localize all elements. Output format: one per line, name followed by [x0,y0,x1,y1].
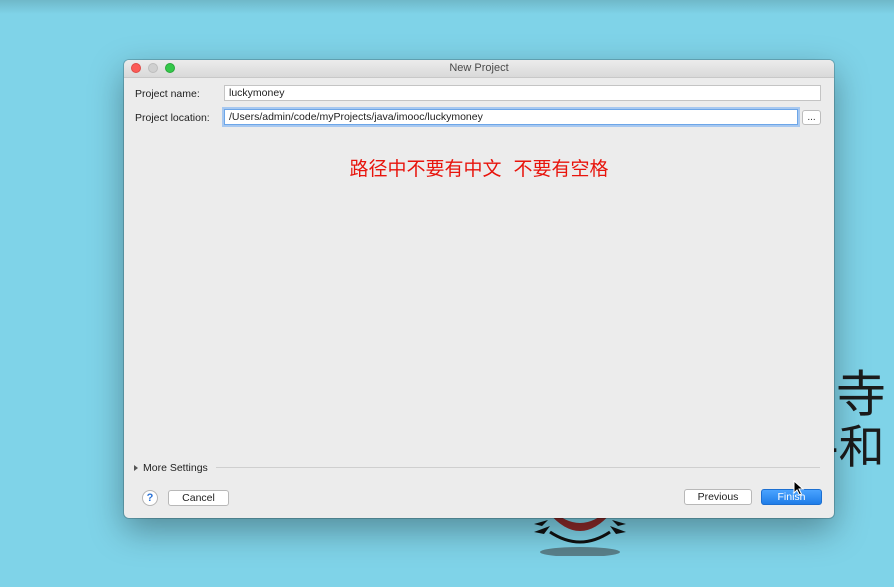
browse-button[interactable]: ... [802,110,821,125]
previous-button[interactable]: Previous [684,489,752,505]
window-title: New Project [449,62,509,74]
project-name-input[interactable] [224,85,821,101]
project-name-label: Project name: [135,88,200,100]
desktop-top-bar [0,0,894,14]
mouse-cursor-icon [793,480,805,496]
cancel-button[interactable]: Cancel [168,490,229,506]
title-bar[interactable]: New Project [124,60,834,78]
annotation-text: 路径中不要有中文 不要有空格 [349,158,609,180]
help-button[interactable]: ? [142,490,158,506]
project-location-input[interactable] [224,109,798,125]
background-glyph: 寺 [836,366,886,424]
finish-button[interactable]: Finish [761,489,822,505]
disclosure-triangle-icon [134,465,138,471]
project-location-label: Project location: [135,112,210,124]
new-project-dialog: New Project Project name: Project locati… [124,60,834,518]
more-settings-toggle[interactable]: More Settings [134,462,208,474]
more-settings-label: More Settings [143,462,208,474]
separator [216,467,820,468]
